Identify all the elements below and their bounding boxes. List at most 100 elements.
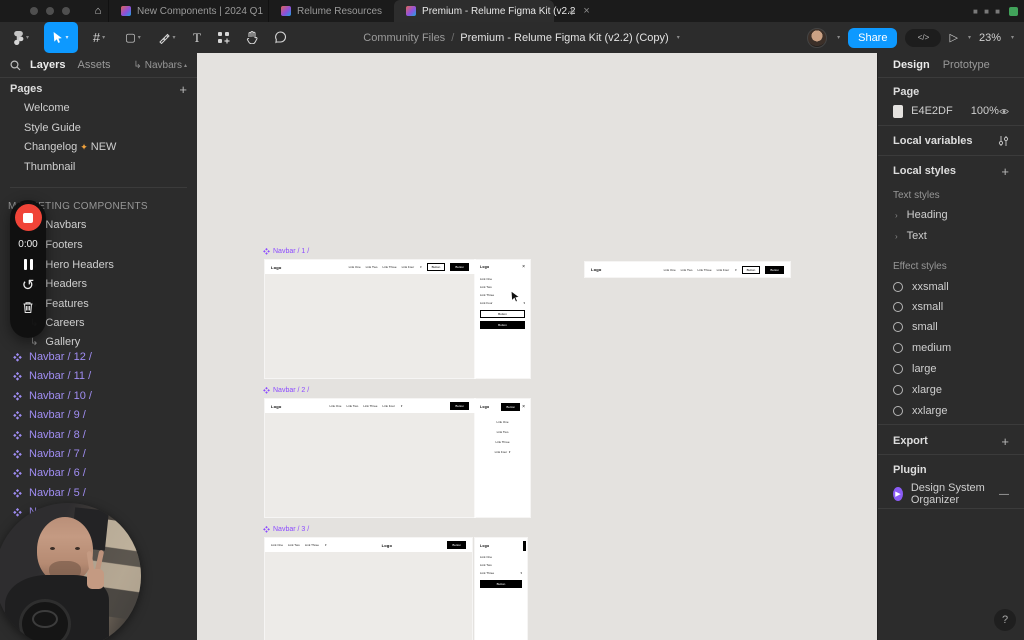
- maximize-window-icon[interactable]: [62, 7, 70, 15]
- page-item-thumbnail[interactable]: Thumbnail: [0, 157, 197, 177]
- chevron-down-icon[interactable]: ▾: [837, 34, 840, 41]
- page-color-opacity[interactable]: 100%: [971, 105, 999, 117]
- layer-navbar-6[interactable]: Navbar / 6 /: [0, 463, 197, 483]
- frame-tool-button[interactable]: # ▾: [82, 22, 116, 53]
- layer-navbar-10[interactable]: Navbar / 10 /: [0, 386, 197, 406]
- stop-recording-button[interactable]: [14, 204, 42, 231]
- layer-navbar-5[interactable]: Navbar / 5 /: [0, 483, 197, 503]
- frame-label-navbar-2[interactable]: Navbar / 2 /: [263, 385, 309, 395]
- help-button[interactable]: ?: [994, 609, 1016, 631]
- close-window-icon[interactable]: [30, 7, 38, 15]
- frame-navbar-2-mobile[interactable]: Logo Button × Link One Link Two Link Thr…: [475, 399, 530, 517]
- layer-navbar-11[interactable]: Navbar / 11 /: [0, 366, 197, 386]
- overflow-dots-icon[interactable]: ■ ■ ■: [973, 7, 1002, 16]
- frame-navbar-3-desktop[interactable]: Link One Link Two Link Three ▾ Logo Butt…: [265, 538, 472, 640]
- chevron-down-icon[interactable]: ▾: [968, 34, 971, 41]
- extension-icon[interactable]: [1009, 6, 1018, 16]
- breadcrumb-project[interactable]: Community Files: [363, 32, 445, 44]
- page-color-hex[interactable]: E4E2DF: [911, 105, 953, 117]
- plugin-design-system-organizer[interactable]: ▶ Design System Organizer —: [878, 482, 1024, 506]
- delete-recording-button[interactable]: [22, 301, 34, 314]
- add-export-button[interactable]: +: [1001, 434, 1009, 449]
- webcam-overlay[interactable]: [0, 503, 141, 640]
- chevron-right-icon[interactable]: ›: [895, 211, 898, 220]
- page-item-changelog[interactable]: Changelog ✦ NEW: [0, 137, 197, 157]
- tab-premium-relume-kit[interactable]: Premium - Relume Figma Kit (v2.2 ×: [394, 0, 590, 22]
- text-style-text[interactable]: › Text: [878, 226, 1024, 246]
- pen-tool-button[interactable]: ▾: [150, 22, 184, 53]
- main-menu-button[interactable]: ▾: [6, 22, 36, 53]
- frame-navbar-1-mobile[interactable]: Logo × Link One Link Two Link Three Link…: [475, 260, 530, 378]
- effect-style-xsmall[interactable]: xsmall: [878, 297, 1024, 317]
- tab-new-components[interactable]: New Components | 2024 Q1: [108, 0, 268, 22]
- chevron-down-icon[interactable]: ▾: [677, 34, 680, 41]
- button-filled: Button: [447, 541, 466, 549]
- comment-tool-button[interactable]: [266, 22, 294, 53]
- add-style-button[interactable]: +: [1001, 164, 1009, 179]
- zoom-level[interactable]: 23%: [979, 32, 1001, 44]
- text-tool-icon: T: [193, 29, 201, 45]
- restart-recording-button[interactable]: ↺: [22, 278, 35, 293]
- avatar[interactable]: [807, 27, 828, 48]
- local-variables-header: Local variables: [893, 135, 973, 147]
- screen-recorder-widget: 0:00 ↺: [10, 200, 46, 338]
- variables-icon[interactable]: [998, 135, 1009, 147]
- move-tool-button[interactable]: ▾: [44, 22, 78, 53]
- effect-style-large[interactable]: large: [878, 359, 1024, 379]
- effect-style-small[interactable]: small: [878, 317, 1024, 337]
- comment-bubble-icon: [274, 31, 286, 44]
- share-button[interactable]: Share: [848, 27, 898, 48]
- search-icon[interactable]: [10, 59, 21, 71]
- effect-style-xxlarge[interactable]: xxlarge: [878, 401, 1024, 421]
- present-button[interactable]: ▷: [949, 31, 957, 44]
- effect-styles-header: Effect styles: [893, 260, 947, 272]
- hand-tool-button[interactable]: [238, 22, 266, 53]
- text-tool-button[interactable]: T: [184, 22, 210, 53]
- effect-style-xlarge[interactable]: xlarge: [878, 380, 1024, 400]
- frame-navbar-strip[interactable]: Logo Link One Link Two Link Three Link F…: [585, 262, 790, 277]
- frame-label-navbar-3[interactable]: Navbar / 3 /: [263, 524, 309, 534]
- chevron-down-icon[interactable]: ▾: [1011, 34, 1014, 41]
- frame-navbar-3-mobile[interactable]: Logo Link One Link Two Link Three ▾ Butt…: [475, 538, 527, 640]
- shape-tool-button[interactable]: ▢ ▾: [116, 22, 150, 53]
- pause-recording-button[interactable]: [23, 259, 33, 270]
- tab-relume-resources[interactable]: Relume Resources: [268, 0, 394, 22]
- design-canvas[interactable]: Navbar / 1 / Logo Link One Link Two Link…: [197, 53, 877, 640]
- section-jump[interactable]: Navbars: [145, 60, 182, 71]
- page-item-style-guide[interactable]: Style Guide: [0, 118, 197, 138]
- page-color-row[interactable]: E4E2DF 100%: [878, 101, 1024, 121]
- tab-assets[interactable]: Assets: [77, 59, 110, 71]
- navbar-desktop: Link One Link Two Link Three ▾ Logo Butt…: [265, 538, 472, 552]
- color-swatch[interactable]: [893, 104, 904, 118]
- figma-logo-icon: [14, 30, 24, 45]
- layer-navbar-12[interactable]: Navbar / 12 /: [0, 347, 197, 367]
- minimize-window-icon[interactable]: [46, 7, 54, 15]
- layer-navbar-8[interactable]: Navbar / 8 /: [0, 425, 197, 445]
- home-icon[interactable]: ⌂: [88, 5, 108, 17]
- frame-navbar-2-desktop[interactable]: Logo Link One Link Two Link Three Link F…: [265, 399, 475, 517]
- text-style-heading[interactable]: › Heading: [878, 205, 1024, 225]
- add-page-button[interactable]: +: [179, 82, 187, 97]
- layer-navbar-9[interactable]: Navbar / 9 /: [0, 405, 197, 425]
- eye-icon[interactable]: [999, 107, 1009, 116]
- plugin-more-icon[interactable]: —: [999, 489, 1009, 500]
- frame-label-navbar-1[interactable]: Navbar / 1 /: [263, 246, 309, 256]
- tab-layers[interactable]: Layers: [30, 59, 65, 71]
- effect-style-medium[interactable]: medium: [878, 338, 1024, 358]
- chevron-right-icon[interactable]: ›: [895, 232, 898, 241]
- actions-tool-button[interactable]: [210, 22, 238, 53]
- dev-mode-toggle[interactable]: </>: [905, 28, 942, 47]
- scrollbar[interactable]: [523, 541, 526, 551]
- tab-design[interactable]: Design: [893, 59, 930, 71]
- layer-navbar-7[interactable]: Navbar / 7 /: [0, 444, 197, 464]
- frame-navbar-1-desktop[interactable]: Logo Link One Link Two Link Three Link F…: [265, 260, 475, 378]
- new-tab-button[interactable]: +: [568, 4, 576, 19]
- tab-prototype[interactable]: Prototype: [943, 59, 990, 71]
- window-controls[interactable]: [30, 7, 70, 15]
- close-tab-icon[interactable]: ×: [583, 5, 589, 17]
- file-title[interactable]: Premium - Relume Figma Kit (v2.2) (Copy): [460, 32, 668, 44]
- effect-style-xxsmall[interactable]: xxsmall: [878, 277, 1024, 297]
- chevron-icon[interactable]: ▴: [184, 62, 187, 69]
- page-item-welcome[interactable]: Welcome: [0, 98, 197, 118]
- button-filled: Button: [480, 321, 525, 329]
